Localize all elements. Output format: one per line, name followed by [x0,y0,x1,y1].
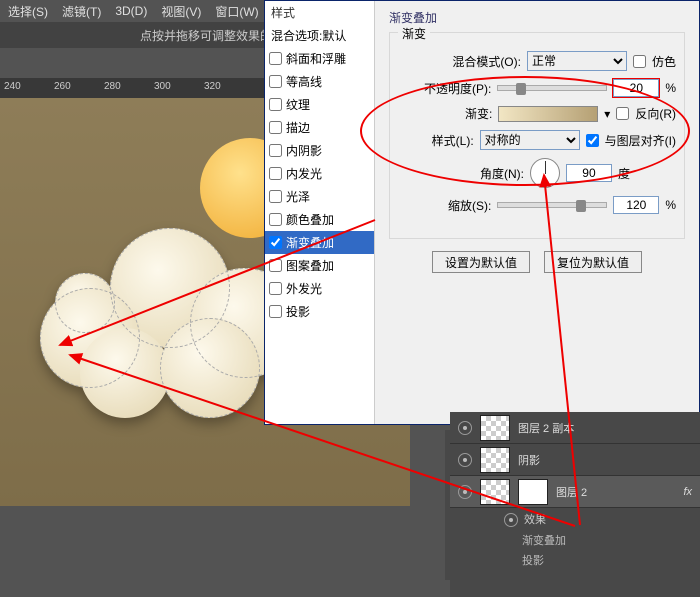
style-outer-glow[interactable]: 外发光 [265,277,374,300]
angle-row: 角度(N): 度 [398,158,676,188]
blend-options[interactable]: 混合选项:默认 [265,24,374,47]
menu-filter[interactable]: 滤镜(T) [62,3,101,20]
layers-panel: 图层 2 副本 阴影 图层 2 fx 效果 渐变叠加 投影 [450,412,700,597]
mask-thumb[interactable] [518,479,548,505]
layer-name: 图层 2 [556,484,587,500]
align-check[interactable] [586,134,599,147]
fx-dropshadow[interactable]: 投影 [450,550,700,570]
chevron-down-icon[interactable]: ▾ [604,107,610,121]
layer-name: 阴影 [518,452,540,468]
blendmode-row: 混合模式(O): 正常 仿色 [398,51,676,71]
style-inner-shadow[interactable]: 内阴影 [265,139,374,162]
innerglow-check[interactable] [269,167,282,180]
texture-check[interactable] [269,98,282,111]
layer-name: 图层 2 副本 [518,420,574,436]
gradient-label: 渐变: [422,105,492,122]
gradient-group: 渐变 混合模式(O): 正常 仿色 不透明度(P): % 渐变: ▾ 反向(R)… [389,32,685,239]
opacity-row: 不透明度(P): % [398,79,676,97]
style-color-overlay[interactable]: 颜色叠加 [265,208,374,231]
scale-slider[interactable] [497,202,607,208]
layer-thumb[interactable] [480,415,510,441]
hint-text: 点按并拖移可调整效果的 [140,27,272,44]
style-bevel[interactable]: 斜面和浮雕 [265,47,374,70]
cloud-shape [40,218,300,418]
gradov-check[interactable] [269,236,282,249]
contour-check[interactable] [269,75,282,88]
fx-gradient[interactable]: 渐变叠加 [450,530,700,550]
blendmode-select[interactable]: 正常 [527,51,627,71]
style-drop-shadow[interactable]: 投影 [265,300,374,323]
layer-row-active[interactable]: 图层 2 fx [450,476,700,508]
layer-style-dialog: 样式 混合选项:默认 斜面和浮雕 等高线 纹理 描边 内阴影 内发光 光泽 颜色… [264,0,700,425]
style-satin[interactable]: 光泽 [265,185,374,208]
menu-3d[interactable]: 3D(D) [115,4,147,18]
menu-window[interactable]: 窗口(W) [215,3,258,20]
reset-default-button[interactable]: 复位为默认值 [544,251,642,273]
dither-check[interactable] [633,55,646,68]
patov-check[interactable] [269,259,282,272]
layer-row[interactable]: 图层 2 副本 [450,412,700,444]
angle-input[interactable] [566,164,612,182]
stroke-check[interactable] [269,121,282,134]
gradient-panel-title: 渐变叠加 [389,9,685,26]
gradient-row: 渐变: ▾ 反向(R) [398,105,676,122]
menu-view[interactable]: 视图(V) [161,3,201,20]
reverse-check[interactable] [616,107,629,120]
blendmode-label: 混合模式(O): [451,53,521,70]
gradient-swatch[interactable] [498,106,598,122]
set-default-button[interactable]: 设置为默认值 [432,251,530,273]
satin-check[interactable] [269,190,282,203]
style-texture[interactable]: 纹理 [265,93,374,116]
style-pattern-overlay[interactable]: 图案叠加 [265,254,374,277]
colorov-check[interactable] [269,213,282,226]
style-select[interactable]: 对称的 [480,130,580,150]
scale-row: 缩放(S): % [398,196,676,214]
outerglow-check[interactable] [269,282,282,295]
style-stroke[interactable]: 描边 [265,116,374,139]
eye-icon[interactable] [458,453,472,467]
gradient-legend: 渐变 [398,25,430,42]
angle-dial[interactable] [530,158,560,188]
style-label: 样式(L): [404,132,474,149]
eye-icon[interactable] [504,513,518,527]
innershadow-check[interactable] [269,144,282,157]
opacity-input[interactable] [613,79,659,97]
style-title: 样式 [265,1,374,24]
layer-thumb[interactable] [480,479,510,505]
dropshadow-check[interactable] [269,305,282,318]
opacity-label: 不透明度(P): [421,80,491,97]
style-list: 样式 混合选项:默认 斜面和浮雕 等高线 纹理 描边 内阴影 内发光 光泽 颜色… [265,1,375,424]
menu-select[interactable]: 选择(S) [8,3,48,20]
opacity-slider[interactable] [497,85,607,91]
eye-icon[interactable] [458,421,472,435]
scale-label: 缩放(S): [421,197,491,214]
bevel-check[interactable] [269,52,282,65]
style-contour[interactable]: 等高线 [265,70,374,93]
eye-icon[interactable] [458,485,472,499]
scale-input[interactable] [613,196,659,214]
gradient-overlay-panel: 渐变叠加 渐变 混合模式(O): 正常 仿色 不透明度(P): % 渐变: ▾ … [375,1,699,424]
style-inner-glow[interactable]: 内发光 [265,162,374,185]
layer-row[interactable]: 阴影 [450,444,700,476]
style-row: 样式(L): 对称的 与图层对齐(I) [398,130,676,150]
fx-label[interactable]: 效果 [450,508,700,530]
style-gradient-overlay[interactable]: 渐变叠加 [265,231,374,254]
angle-label: 角度(N): [454,165,524,182]
layer-thumb[interactable] [480,447,510,473]
